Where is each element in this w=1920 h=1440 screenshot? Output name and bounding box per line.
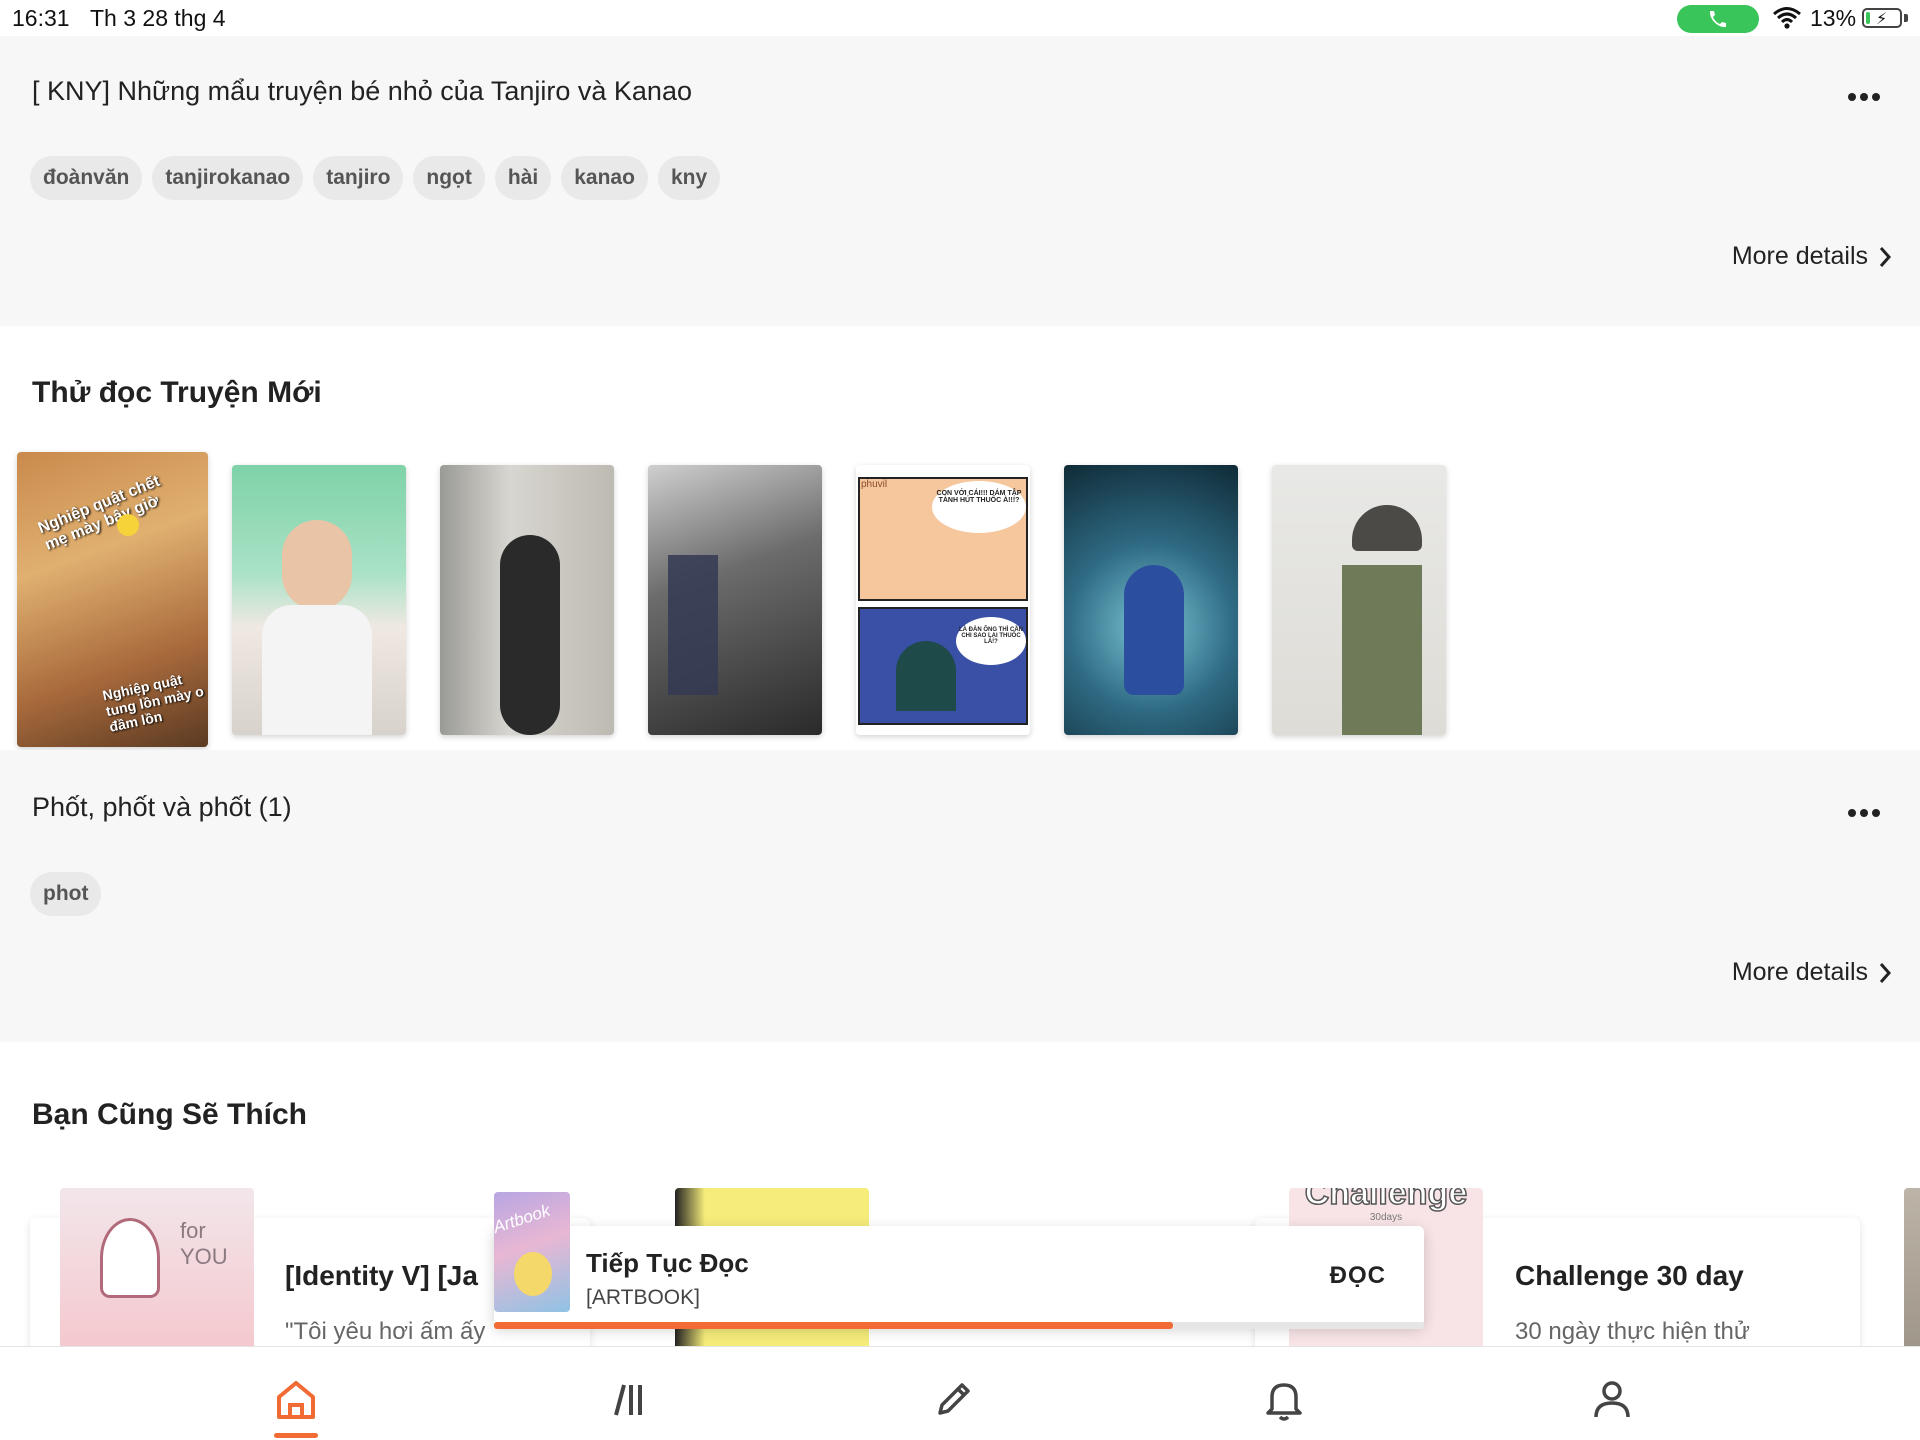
cover-caption: Challenge [1304,1188,1468,1213]
story-cover-5[interactable]: CON VỚI CÁI!!! DÁM TẬP TÀNH HÚT THUỐC À!… [856,465,1030,735]
bottom-tab-bar [0,1346,1920,1440]
cover-figure [1352,505,1422,551]
cover-figure [668,555,718,695]
battery-level-fill [1866,12,1871,24]
story-card-kny[interactable]: [ KNY] Những mẩu truyện bé nhỏ của Tanji… [0,36,1920,326]
comic-figure [896,641,956,711]
story-cover-7[interactable] [1272,465,1446,735]
emoji-icon [117,514,139,536]
chevron-right-icon [1879,962,1892,983]
tag-chip[interactable]: ngọt [413,156,485,200]
reading-progress-fill [494,1322,1173,1329]
tag-chip[interactable]: tanjiro [313,156,404,200]
cover-caption: Artbook [494,1200,553,1237]
story-title[interactable]: Phốt, phốt và phốt (1) [32,792,292,823]
tag-chip[interactable]: đoànvăn [30,156,143,200]
story-cover-6[interactable] [1064,465,1238,735]
cover-figure [1124,565,1184,695]
recommended-title[interactable]: [Identity V] [Ja [285,1260,478,1292]
cover-figure [1342,565,1422,735]
more-details-label: More details [1731,242,1868,270]
cover-figure [514,1252,552,1296]
more-details-label: More details [1731,958,1868,986]
continue-reading-story: [ARTBOOK] [586,1286,700,1309]
tag-list: đoànvăn tanjirokanao tanjiro ngọt hài ka… [30,156,721,200]
more-options-icon[interactable] [1848,88,1888,101]
home-icon[interactable] [272,1375,320,1423]
story-cover-4[interactable] [648,465,822,735]
story-cover-2[interactable] [232,465,406,735]
battery-percent: 13% [1810,5,1857,31]
recommended-description: "Tôi yêu hơi ấm ấy [285,1318,486,1345]
section-title-recommended: Bạn Cũng Sẽ Thích [32,1098,308,1131]
status-time: 16:31 [12,5,70,31]
cover-figure [100,1218,160,1298]
battery-icon: ⚡ [1862,8,1902,28]
active-tab-indicator [274,1433,318,1438]
speech-bubble: CON VỚI CÁI!!! DÁM TẬP TÀNH HÚT THUỐC À!… [932,481,1026,533]
chevron-right-icon [1879,246,1892,267]
cover-figure [262,605,372,735]
phone-icon [1709,11,1726,28]
more-details-link[interactable]: More details [1732,242,1892,271]
story-cover-3[interactable] [440,465,614,735]
more-options-icon[interactable] [1848,804,1888,817]
cover-caption: Nghiệp quật tung lồn mày o đầm lồn [101,671,206,735]
cover-figure [282,520,352,610]
wifi-icon [1773,7,1801,29]
reading-progress-bar [494,1322,1424,1329]
write-icon[interactable] [930,1375,978,1423]
battery-tip [1904,14,1908,22]
recommended-title[interactable]: Challenge 30 day [1515,1260,1744,1292]
story-title[interactable]: [ KNY] Những mẩu truyện bé nhỏ của Tanji… [32,76,692,107]
library-icon[interactable] [604,1375,652,1423]
section-title-new-stories: Thử đọc Truyện Mới [32,376,322,409]
tag-chip[interactable]: tanjirokanao [152,156,304,200]
continue-reading-cover[interactable]: Artbook [494,1192,570,1312]
read-button[interactable]: ĐỌC [1330,1262,1386,1290]
more-details-link[interactable]: More details [1732,958,1892,987]
charging-icon: ⚡ [1876,11,1888,28]
comic-watermark: phuvil [861,479,888,490]
story-card-phot[interactable]: Phốt, phốt và phốt (1) phot More details [0,750,1920,1042]
cover-figure [500,535,560,735]
cover-caption: Nghiệp quật chết mẹ mày bây giờ [35,472,163,554]
status-bar: 16:31 Th 3 28 thg 4 13% ⚡ [0,0,1920,36]
app-screen: 16:31 Th 3 28 thg 4 13% ⚡ [ KNY] Những m… [0,0,1920,1440]
continue-reading-title: Tiếp Tục Đọc [586,1248,749,1278]
profile-icon[interactable] [1588,1375,1636,1423]
notifications-icon[interactable] [1260,1375,1308,1423]
cover-caption: for YOU [180,1218,228,1269]
status-date: Th 3 28 thg 4 [90,5,226,31]
speech-bubble: LÀ ĐÀN ÔNG THÌ CẦN CHI SAO LẠI THUỐC LÁ!… [956,617,1026,665]
cover-subcaption: 30days [1369,1212,1403,1223]
tag-chip[interactable]: kny [657,156,721,200]
active-call-indicator[interactable] [1677,5,1759,33]
recommended-description: 30 ngày thực hiện thử [1515,1318,1750,1345]
tag-chip[interactable]: hài [494,156,552,200]
tag-chip[interactable]: phot [30,872,102,916]
continue-reading-banner[interactable]: Artbook Tiếp Tục Đọc [ARTBOOK] ĐỌC [494,1192,1424,1326]
tag-chip[interactable]: kanao [561,156,648,200]
tag-list: phot [30,872,102,916]
story-cover-1[interactable]: Nghiệp quật chết mẹ mày bây giờ Nghiệp q… [17,452,208,747]
